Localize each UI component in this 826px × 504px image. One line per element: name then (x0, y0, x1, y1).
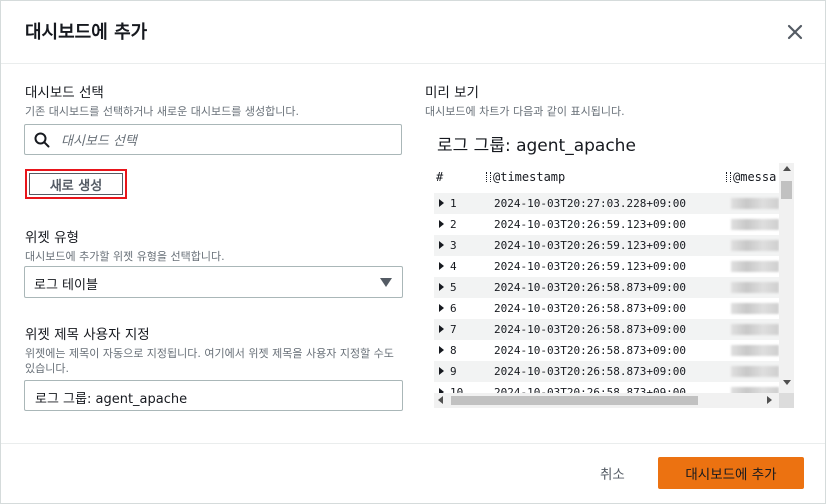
table-row[interactable]: 3 2024-10-03T20:26:59.123+09:00 (434, 235, 779, 256)
horizontal-scrollbar[interactable] (434, 393, 779, 408)
table-row[interactable]: 8 2024-10-03T20:26:58.873+09:00 (434, 340, 779, 361)
search-icon (34, 132, 50, 148)
column-resize-handle-icon[interactable] (486, 172, 491, 182)
preview-log-table: # @timestamp @messa 1 2024-10-03T20:27:03… (434, 163, 794, 409)
row-timestamp: 2024-10-03T20:26:58.873+09:00 (494, 365, 687, 378)
widget-title-field[interactable] (24, 380, 403, 411)
row-timestamp: 2024-10-03T20:26:58.873+09:00 (494, 281, 687, 294)
preview-table-title: 로그 그룹: agent_apache (437, 136, 636, 156)
widget-type-description: 대시보드에 추가할 위젯 유형을 선택합니다. (25, 250, 225, 263)
expand-row-icon[interactable] (439, 199, 444, 207)
row-message-redacted (731, 282, 779, 293)
table-row[interactable]: 5 2024-10-03T20:26:58.873+09:00 (434, 277, 779, 298)
vertical-scroll-thumb[interactable] (781, 181, 792, 199)
widget-title-description: 위젯에는 제목이 자동으로 지정됩니다. 여기에서 위젯 제목을 사용자 지정할… (25, 347, 394, 375)
widget-title-label: 위젯 제목 사용자 지정 (25, 327, 150, 343)
column-header-timestamp-label: @timestamp (493, 170, 566, 184)
scroll-left-icon[interactable] (438, 396, 443, 404)
add-to-dashboard-modal: 대시보드에 추가 대시보드 선택 기존 대시보드를 선택하거나 새로운 대시보드… (0, 0, 826, 504)
row-timestamp: 2024-10-03T20:26:59.123+09:00 (494, 260, 687, 273)
table-row[interactable]: 9 2024-10-03T20:26:58.873+09:00 (434, 361, 779, 382)
close-icon[interactable] (784, 21, 806, 43)
column-header-message[interactable]: @messa (726, 170, 776, 184)
row-number: 4 (450, 260, 457, 273)
dashboard-search-input[interactable] (59, 129, 393, 153)
expand-row-icon[interactable] (439, 241, 444, 249)
table-row[interactable]: 7 2024-10-03T20:26:58.873+09:00 (434, 319, 779, 340)
scrollbar-corner (779, 393, 794, 408)
expand-row-icon[interactable] (439, 325, 444, 333)
expand-row-icon[interactable] (439, 220, 444, 228)
row-timestamp: 2024-10-03T20:26:58.873+09:00 (494, 323, 687, 336)
row-message-redacted (731, 345, 779, 356)
dashboard-select-label: 대시보드 선택 (25, 85, 104, 101)
table-body: 1 2024-10-03T20:27:03.228+09:00 2 2024-10-0… (434, 193, 779, 403)
scroll-right-icon[interactable] (767, 396, 772, 404)
table-header: # @timestamp @messa (434, 163, 779, 191)
scroll-down-icon[interactable] (783, 380, 791, 385)
row-timestamp: 2024-10-03T20:26:59.123+09:00 (494, 239, 687, 252)
modal-header: 대시보드에 추가 (1, 1, 825, 64)
scroll-up-icon[interactable] (783, 166, 791, 171)
row-timestamp: 2024-10-03T20:26:59.123+09:00 (494, 218, 687, 231)
add-to-dashboard-button[interactable]: 대시보드에 추가 (658, 457, 804, 489)
widget-type-select[interactable]: 로그 테이블 (24, 266, 403, 298)
expand-row-icon[interactable] (439, 304, 444, 312)
table-row[interactable]: 1 2024-10-03T20:27:03.228+09:00 (434, 193, 779, 214)
row-number: 3 (450, 239, 457, 252)
table-row[interactable]: 4 2024-10-03T20:26:59.123+09:00 (434, 256, 779, 277)
row-number: 1 (450, 197, 457, 210)
row-message-redacted (731, 261, 779, 272)
column-header-message-label: @messa (733, 170, 777, 184)
modal-title: 대시보드에 추가 (25, 22, 148, 43)
cancel-button[interactable]: 취소 (600, 463, 625, 483)
widget-title-section: 위젯 제목 사용자 지정 위젯에는 제목이 자동으로 지정됩니다. 여기에서 위… (25, 323, 405, 376)
preview-section: 미리 보기 대시보드에 차트가 다음과 같이 표시됩니다. (425, 81, 805, 119)
preview-label: 미리 보기 (425, 85, 479, 101)
dashboard-select-section: 대시보드 선택 기존 대시보드를 선택하거나 새로운 대시보드를 생성합니다. (25, 81, 405, 119)
new-dashboard-button[interactable]: 새로 생성 (25, 169, 127, 199)
new-dashboard-button-label: 새로 생성 (29, 173, 123, 195)
column-resize-handle-icon[interactable] (726, 172, 731, 182)
row-number: 6 (450, 302, 457, 315)
widget-type-label: 위젯 유형 (25, 230, 79, 246)
column-header-index: # (436, 170, 444, 184)
table-row[interactable]: 6 2024-10-03T20:26:58.873+09:00 (434, 298, 779, 319)
row-timestamp: 2024-10-03T20:27:03.228+09:00 (494, 197, 687, 210)
horizontal-scroll-thumb[interactable] (451, 396, 698, 405)
row-message-redacted (731, 303, 779, 314)
widget-type-section: 위젯 유형 대시보드에 추가할 위젯 유형을 선택합니다. (25, 226, 405, 264)
row-timestamp: 2024-10-03T20:26:58.873+09:00 (494, 302, 687, 315)
widget-title-input[interactable] (33, 385, 397, 409)
row-message-redacted (731, 219, 779, 230)
row-number: 9 (450, 365, 457, 378)
dashboard-select-description: 기존 대시보드를 선택하거나 새로운 대시보드를 생성합니다. (25, 105, 299, 118)
row-message-redacted (731, 198, 779, 209)
row-message-redacted (731, 324, 779, 335)
expand-row-icon[interactable] (439, 367, 444, 375)
expand-row-icon[interactable] (439, 346, 444, 354)
dashboard-search-field[interactable] (24, 124, 402, 155)
row-number: 8 (450, 344, 457, 357)
caret-down-icon (380, 278, 392, 287)
row-timestamp: 2024-10-03T20:26:58.873+09:00 (494, 344, 687, 357)
table-row[interactable]: 2 2024-10-03T20:26:59.123+09:00 (434, 214, 779, 235)
row-message-redacted (731, 366, 779, 377)
column-header-timestamp[interactable]: @timestamp (486, 170, 565, 184)
vertical-scrollbar[interactable] (779, 163, 794, 393)
row-number: 2 (450, 218, 457, 231)
expand-row-icon[interactable] (439, 262, 444, 270)
row-number: 5 (450, 281, 457, 294)
expand-row-icon[interactable] (439, 283, 444, 291)
row-message-redacted (731, 240, 779, 251)
widget-type-selected: 로그 테이블 (34, 278, 98, 293)
preview-description: 대시보드에 차트가 다음과 같이 표시됩니다. (425, 105, 625, 118)
row-number: 7 (450, 323, 457, 336)
